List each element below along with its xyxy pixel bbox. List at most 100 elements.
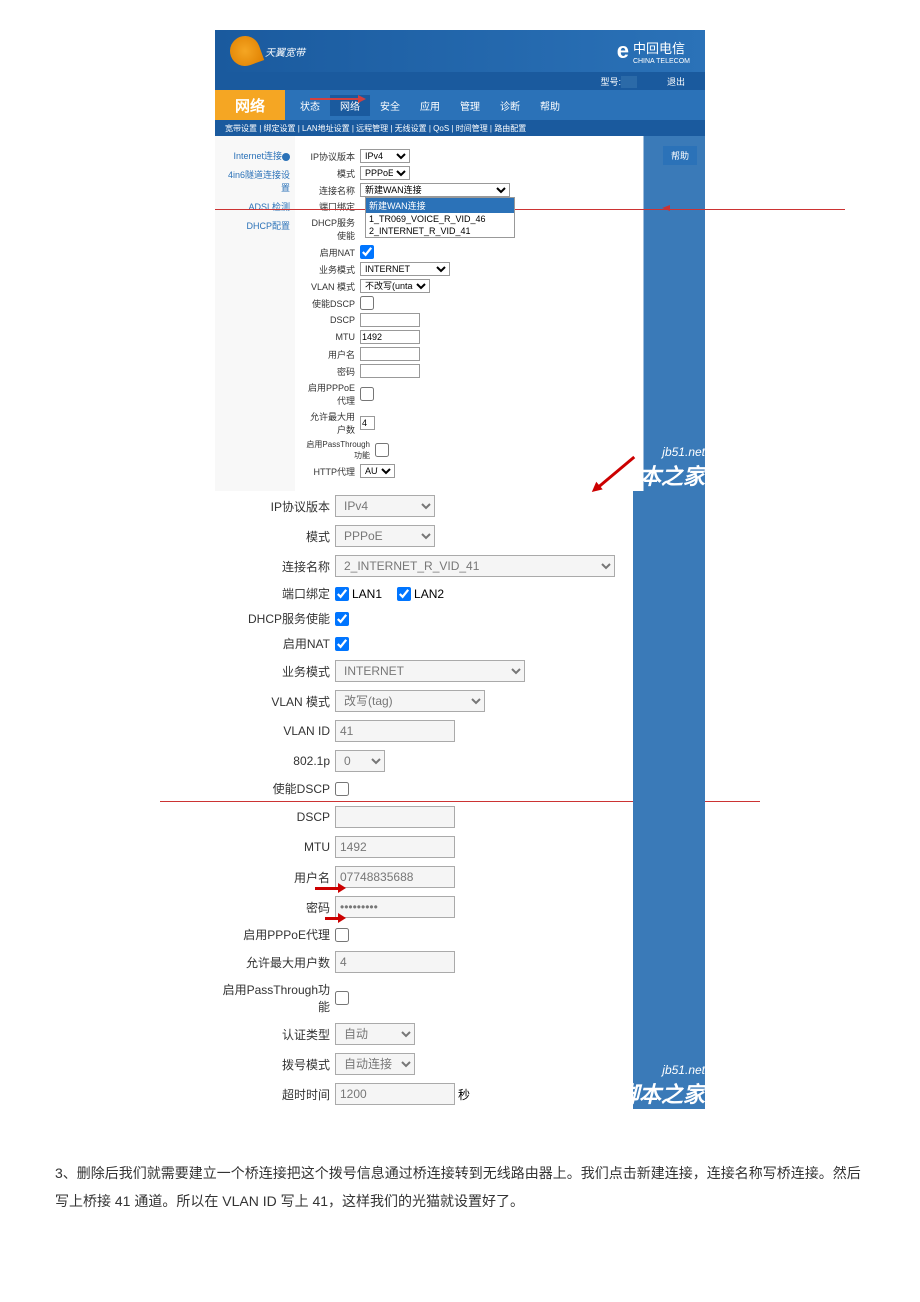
sidebar-adsl[interactable]: ADSL检测 <box>220 197 290 216</box>
telecom-name: 中回电信 <box>633 41 685 56</box>
annotation-arrow-icon <box>310 98 360 100</box>
vlan-id-input[interactable] <box>335 720 455 742</box>
small-pwd-label: 密码 <box>305 365 360 378</box>
small-user-label: 用户名 <box>305 348 360 361</box>
small-pwd-input[interactable] <box>360 364 420 378</box>
port-bind-label: 端口绑定 <box>215 585 335 602</box>
small-pppoe-label: 启用PPPoE代理 <box>305 381 360 407</box>
logout-link[interactable]: 退出 <box>667 75 685 88</box>
small-passthrough-label: 启用PassThrough功能 <box>305 439 375 461</box>
nav-app[interactable]: 应用 <box>410 95 450 116</box>
passthrough-label: 启用PassThrough功能 <box>215 981 335 1015</box>
lan2-label: LAN2 <box>414 587 444 601</box>
small-mode-select[interactable]: PPPoE <box>360 166 410 180</box>
sidebar-dhcp[interactable]: DHCP配置 <box>220 216 290 235</box>
mode-select[interactable]: PPPoE <box>335 525 435 547</box>
nat-checkbox[interactable] <box>335 637 349 651</box>
pwd-input[interactable] <box>335 896 455 918</box>
small-service-select[interactable]: INTERNET <box>360 262 450 276</box>
telecom-sub: CHINA TELECOM <box>633 58 690 65</box>
small-dscp-input[interactable] <box>360 313 420 327</box>
enable-dscp-label: 使能DSCP <box>215 780 335 797</box>
conn-name-select[interactable]: 2_INTERNET_R_VID_41 <box>335 555 615 577</box>
small-conn-select[interactable]: 新建WAN连接 <box>360 183 510 197</box>
nav-manage[interactable]: 管理 <box>450 95 490 116</box>
pwd-label: 密码 <box>215 899 335 916</box>
timeout-input[interactable] <box>335 1083 455 1105</box>
vlan-mode-label: VLAN 模式 <box>215 693 335 710</box>
max-user-input[interactable] <box>335 951 455 973</box>
small-portbind-label: 端口绑定 <box>305 200 360 213</box>
admin-nav: 网络 状态 网络 安全 应用 管理 诊断 帮助 <box>215 90 705 120</box>
small-maxuser-input[interactable] <box>360 416 375 430</box>
small-mtu-input[interactable] <box>360 330 420 344</box>
nav-network-active[interactable]: 网络 <box>215 90 285 120</box>
admin-toolbar: 型号: 退出 <box>215 72 705 90</box>
mtu-input[interactable] <box>335 836 455 858</box>
small-nat-checkbox[interactable] <box>360 245 374 259</box>
nav-diag[interactable]: 诊断 <box>490 95 530 116</box>
dial-mode-select[interactable]: 自动连接 <box>335 1053 415 1075</box>
small-http-select[interactable]: AUTO <box>360 464 395 478</box>
conn-dropdown-list: 新建WAN连接 1_TR069_VOICE_R_VID_46 2_INTERNE… <box>365 197 515 238</box>
dhcp-enable-label: DHCP服务使能 <box>215 610 335 627</box>
watermark: jb51.net 脚本之家 <box>617 445 705 491</box>
help-button[interactable]: 帮助 <box>663 146 697 165</box>
admin-sidebar: Internet连接 4in6隧道连接设置 ADSL检测 DHCP配置 <box>215 136 295 491</box>
model-value <box>621 76 637 88</box>
timeout-label: 超时时间 <box>215 1086 335 1103</box>
admin-header: 天翼宽带 e 中回电信 CHINA TELECOM <box>215 30 705 72</box>
dropdown-opt-new[interactable]: 新建WAN连接 <box>366 198 514 213</box>
dhcp-checkbox[interactable] <box>335 612 349 626</box>
mode-label: 模式 <box>215 528 335 545</box>
small-dscp-label: 使能DSCP <box>305 297 360 310</box>
small-nat-label: 启用NAT <box>305 246 360 259</box>
lan2-checkbox[interactable] <box>397 587 411 601</box>
service-label: 业务模式 <box>215 663 335 680</box>
pppoe-proxy-label: 启用PPPoE代理 <box>215 926 335 943</box>
ip-version-label: IP协议版本 <box>215 498 335 515</box>
small-http-label: HTTP代理 <box>305 465 360 478</box>
small-mtu-label: MTU <box>305 332 360 342</box>
dot1p-select[interactable]: 0 <box>335 750 385 772</box>
vlan-mode-select[interactable]: 改写(tag) <box>335 690 485 712</box>
pppoe-proxy-checkbox[interactable] <box>335 928 349 942</box>
dscp-label: DSCP <box>215 810 335 824</box>
user-input[interactable] <box>335 866 455 888</box>
small-pppoe-checkbox[interactable] <box>360 387 374 401</box>
instruction-text: 3、删除后我们就需要建立一个桥连接把这个拨号信息通过桥连接转到无线路由器上。我们… <box>55 1159 865 1215</box>
telecom-e-icon: e <box>617 38 629 64</box>
auth-type-select[interactable]: 自动 <box>335 1023 415 1045</box>
tianyi-logo-icon <box>226 32 264 70</box>
nav-security[interactable]: 安全 <box>370 95 410 116</box>
dropdown-opt-tr069[interactable]: 1_TR069_VOICE_R_VID_46 <box>366 213 514 225</box>
model-label: 型号: <box>600 77 621 87</box>
nav-help[interactable]: 帮助 <box>530 95 570 116</box>
lan1-checkbox[interactable] <box>335 587 349 601</box>
service-select[interactable]: INTERNET <box>335 660 525 682</box>
detail-form: IP协议版本 IPv4 模式PPPoE 连接名称2_INTERNET_R_VID… <box>215 491 705 1109</box>
sidebar-tunnel[interactable]: 4in6隧道连接设置 <box>220 165 290 197</box>
conn-name-label: 连接名称 <box>215 558 335 575</box>
user-label: 用户名 <box>215 869 335 886</box>
dropdown-opt-internet[interactable]: 2_INTERNET_R_VID_41 <box>366 225 514 237</box>
admin-subnav[interactable]: 宽带设置 | 绑定设置 | LAN地址设置 | 远程管理 | 无线设置 | Qo… <box>215 120 705 136</box>
ip-version-select[interactable]: IPv4 <box>335 495 435 517</box>
mtu-label: MTU <box>215 840 335 854</box>
dial-mode-label: 拨号模式 <box>215 1056 335 1073</box>
nat-label: 启用NAT <box>215 635 335 652</box>
auth-type-label: 认证类型 <box>215 1026 335 1043</box>
small-ip-select[interactable]: IPv4 <box>360 149 410 163</box>
enable-dscp-checkbox[interactable] <box>335 782 349 796</box>
small-maxuser-label: 允许最大用户数 <box>305 410 360 436</box>
small-user-input[interactable] <box>360 347 420 361</box>
small-dhcp-label: DHCP服务使能 <box>305 216 360 242</box>
small-dscp-checkbox[interactable] <box>360 296 374 310</box>
timeout-unit: 秒 <box>458 1086 470 1103</box>
small-passthrough-checkbox[interactable] <box>375 443 389 457</box>
passthrough-checkbox[interactable] <box>335 991 349 1005</box>
sidebar-internet-conn[interactable]: Internet连接 <box>220 146 290 165</box>
dscp-input[interactable] <box>335 806 455 828</box>
small-vlanmode-select[interactable]: 不改写(untag) <box>360 279 430 293</box>
max-user-label: 允许最大用户数 <box>215 954 335 971</box>
